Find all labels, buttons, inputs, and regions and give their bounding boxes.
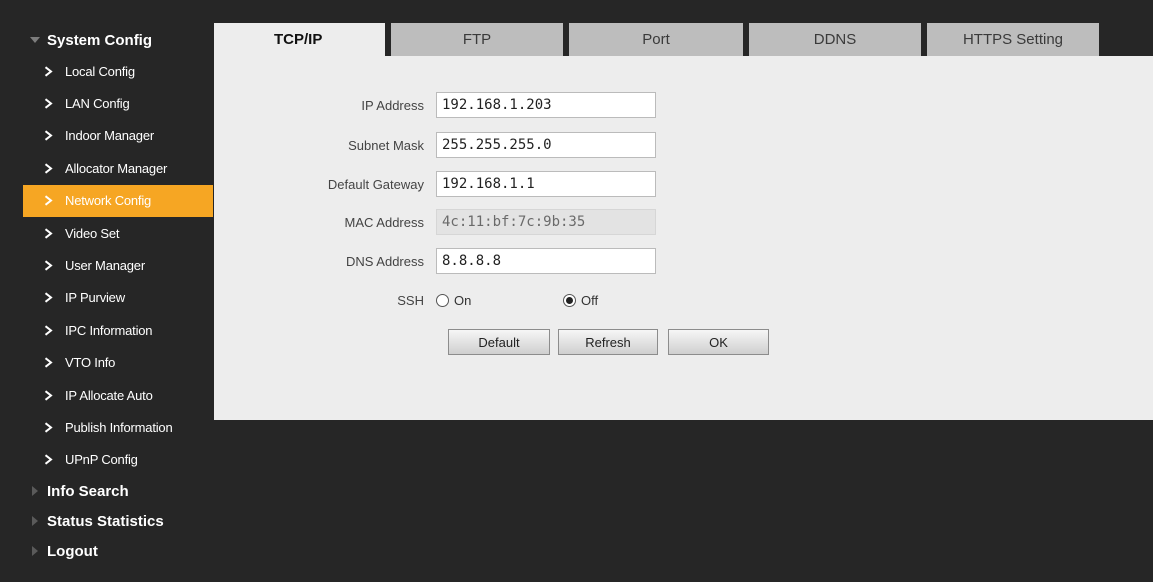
- sidebar-item-indoor-manager[interactable]: Indoor Manager: [23, 120, 213, 152]
- dns-address-row: DNS Address: [214, 248, 656, 274]
- chevron-right-icon: [41, 66, 55, 77]
- dns-address-label: DNS Address: [345, 253, 424, 269]
- tab-label: DDNS: [813, 31, 857, 48]
- chevron-right-icon: [41, 292, 55, 304]
- action-buttons: Default Refresh OK: [448, 329, 769, 355]
- default-gateway-label: Default Gateway: [327, 176, 424, 192]
- ssh-label: SSH: [397, 292, 424, 308]
- sidebar-item-label: Local Config: [65, 63, 135, 79]
- default-button[interactable]: Default: [448, 329, 550, 355]
- sidebar-item-local-config[interactable]: Local Config: [23, 55, 213, 87]
- dns-address-input[interactable]: [436, 248, 656, 274]
- sidebar-item-user-manager[interactable]: User Manager: [23, 249, 213, 281]
- radio-checked-icon: [563, 293, 576, 307]
- ip-address-input[interactable]: [436, 92, 656, 118]
- sidebar-item-label: IP Purview: [65, 290, 125, 306]
- sidebar-section-status-statistics[interactable]: Status Statistics: [23, 506, 213, 536]
- radio-unchecked-icon: [436, 293, 449, 307]
- sidebar-section-label: Logout: [47, 542, 98, 560]
- ip-address-label: IP Address: [361, 97, 424, 113]
- sidebar-item-label: Publish Information: [65, 419, 173, 435]
- chevron-right-icon: [41, 228, 55, 239]
- ip-address-row: IP Address: [214, 92, 656, 118]
- tab-ftp[interactable]: FTP: [391, 23, 563, 56]
- ssh-on-label: On: [454, 292, 472, 308]
- sidebar-item-allocator-manager[interactable]: Allocator Manager: [23, 152, 213, 184]
- subnet-mask-input[interactable]: [436, 132, 656, 158]
- tab-https-setting[interactable]: HTTPS Setting: [927, 23, 1099, 56]
- chevron-right-icon: [41, 260, 55, 271]
- ssh-off-radio[interactable]: Off: [563, 293, 598, 308]
- sidebar-section-label: Status Statistics: [47, 512, 164, 530]
- sidebar-section-info-search[interactable]: Info Search: [23, 476, 213, 506]
- ssh-on-radio[interactable]: On: [436, 293, 563, 308]
- sidebar-item-label: VTO Info: [65, 355, 116, 371]
- sidebar-item-label: IP Allocate Auto: [65, 387, 153, 403]
- sidebar: System Config Local Config LAN Config In…: [23, 25, 213, 566]
- sidebar-item-label: Allocator Manager: [65, 160, 168, 176]
- chevron-right-icon: [41, 422, 55, 433]
- chevron-right-icon: [41, 390, 55, 401]
- sidebar-item-label: IPC Information: [65, 322, 153, 338]
- subnet-mask-row: Subnet Mask: [214, 132, 656, 158]
- tab-label: Port: [642, 31, 670, 48]
- sidebar-item-label: User Manager: [65, 258, 145, 274]
- sidebar-item-network-config[interactable]: Network Config: [23, 184, 213, 217]
- tab-bar: TCP/IP FTP Port DDNS HTTPS Setting: [214, 23, 1099, 56]
- sidebar-item-video-set[interactable]: Video Set: [23, 217, 213, 249]
- chevron-right-icon: [41, 195, 55, 206]
- sidebar-item-ip-purview[interactable]: IP Purview: [23, 282, 213, 314]
- tab-label: HTTPS Setting: [962, 31, 1064, 48]
- sidebar-item-label: Network Config: [65, 193, 152, 209]
- mac-address-field: [436, 209, 656, 235]
- chevron-right-icon: [41, 357, 55, 368]
- sidebar-section-logout[interactable]: Logout: [23, 536, 213, 566]
- sidebar-section-label: System Config: [47, 31, 153, 49]
- sidebar-section-system-config[interactable]: System Config: [23, 25, 213, 55]
- sidebar-item-vto-info[interactable]: VTO Info: [23, 347, 213, 379]
- refresh-button[interactable]: Refresh: [558, 329, 658, 355]
- tcp-ip-panel: IP Address Subnet Mask Default Gateway M…: [214, 56, 1153, 420]
- sidebar-item-label: UPnP Config: [65, 452, 138, 468]
- tab-label: FTP: [462, 31, 492, 48]
- default-gateway-row: Default Gateway: [214, 171, 656, 197]
- ssh-off-label: Off: [581, 292, 599, 308]
- chevron-right-icon: [41, 454, 55, 465]
- tab-label: TCP/IP: [274, 31, 323, 48]
- sidebar-item-upnp-config[interactable]: UPnP Config: [23, 444, 213, 476]
- sidebar-item-label: Video Set: [65, 225, 120, 241]
- chevron-right-icon: [41, 130, 55, 142]
- ssh-row: SSH On Off: [214, 287, 598, 313]
- triangle-right-icon: [23, 486, 47, 497]
- sidebar-section-label: Info Search: [47, 482, 129, 500]
- ok-button[interactable]: OK: [668, 329, 769, 355]
- sidebar-item-lan-config[interactable]: LAN Config: [23, 87, 213, 119]
- triangle-down-icon: [23, 37, 47, 43]
- triangle-right-icon: [23, 546, 47, 557]
- chevron-right-icon: [41, 98, 55, 109]
- sidebar-item-label: LAN Config: [65, 96, 130, 112]
- triangle-right-icon: [23, 516, 47, 527]
- tab-ddns[interactable]: DDNS: [749, 23, 921, 56]
- subnet-mask-label: Subnet Mask: [348, 137, 424, 153]
- sidebar-item-label: Indoor Manager: [65, 128, 154, 144]
- sidebar-item-publish-information[interactable]: Publish Information: [23, 411, 213, 443]
- chevron-right-icon: [41, 325, 55, 336]
- tab-tcp-ip[interactable]: TCP/IP: [214, 23, 385, 56]
- chevron-right-icon: [41, 163, 55, 174]
- tab-port[interactable]: Port: [569, 23, 743, 56]
- sidebar-item-ip-allocate-auto[interactable]: IP Allocate Auto: [23, 379, 213, 411]
- mac-address-row: MAC Address: [214, 209, 656, 235]
- mac-address-label: MAC Address: [344, 214, 424, 230]
- sidebar-item-ipc-information[interactable]: IPC Information: [23, 314, 213, 346]
- default-gateway-input[interactable]: [436, 171, 656, 197]
